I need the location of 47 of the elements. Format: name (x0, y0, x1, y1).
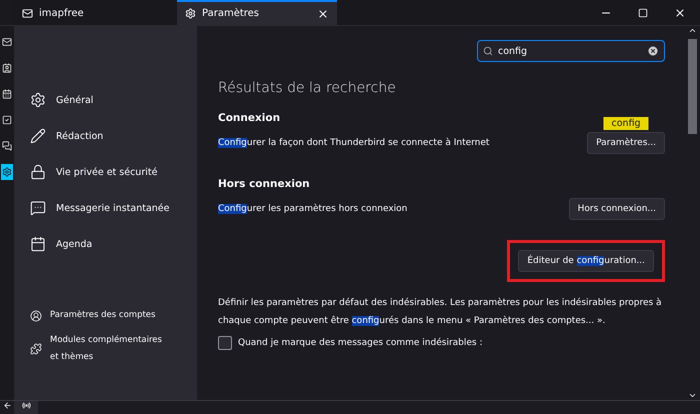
search-field[interactable]: config (477, 40, 665, 62)
junk-description: Définir les paramètres par défaut des indésirables. Les paramètres pour les indésirables propres à chaque compte peuvent être configurés dans le menu « Paramètres des comptes... ». (218, 296, 663, 328)
tab[interactable]: imapfree (14, 0, 177, 25)
sidebar-item-label: Agenda (56, 238, 92, 250)
sidebar-item[interactable]: Agenda (30, 226, 197, 262)
sidebar-item-label: Général (56, 94, 94, 106)
puzzle-icon (30, 343, 42, 355)
arrow-left-icon[interactable] (2, 401, 12, 410)
pencil-icon (30, 128, 46, 144)
settings-button[interactable]: Hors connexion... (568, 198, 665, 220)
page-heading: Résultats de la recherche (218, 80, 397, 96)
sidebar-item[interactable]: Rédaction (30, 118, 197, 154)
gear-icon (185, 8, 196, 19)
lock-icon (30, 164, 46, 180)
sidebar-item-label: Rédaction (56, 130, 104, 142)
sidebar-item-label: Modules complémentaires et thèmes (50, 334, 163, 364)
config-editor-button[interactable]: Éditeur de configuration... (518, 250, 654, 272)
scrollbar-thumb[interactable] (688, 39, 697, 134)
sidebar-item-label: Paramètres des comptes (50, 309, 156, 322)
tooltip: config (604, 117, 649, 130)
sidebar-item[interactable]: Paramètres des comptes (30, 303, 197, 328)
maximize-icon[interactable] (638, 8, 648, 18)
section-title: Hors connexion (218, 178, 310, 190)
settings-button[interactable]: Paramètres... (587, 132, 665, 154)
scroll-up-icon[interactable] (688, 26, 697, 35)
section-title: Connexion (218, 112, 280, 124)
sidebar-item[interactable]: Messagerie instantanée (30, 190, 197, 226)
gear-icon (30, 92, 46, 108)
mail-icon (22, 8, 33, 19)
junk-checkbox[interactable]: Quand je marque des messages comme indésirables : (218, 336, 665, 350)
scroll-down-icon[interactable] (688, 391, 697, 400)
calendar-icon (30, 236, 46, 252)
sidebar-item-label: Vie privée et sécurité (56, 166, 158, 178)
sidebar-item[interactable]: Général (30, 82, 197, 118)
account-icon (30, 310, 42, 322)
setting-description: Configurer les paramètres hors connexion (218, 204, 408, 214)
tab[interactable]: Paramètres (177, 0, 337, 25)
sidebar-item[interactable]: Vie privée et sécurité (30, 154, 197, 190)
setting-description: Configurer la façon dont Thunderbird se connecte à Internet (218, 138, 490, 148)
close-icon[interactable] (317, 8, 329, 20)
signal-icon[interactable] (22, 401, 30, 410)
close-icon[interactable] (674, 6, 686, 18)
sidebar-item-label: Messagerie instantanée (56, 202, 170, 214)
gear-icon[interactable] (1, 164, 13, 180)
search-icon (483, 46, 493, 56)
sidebar-item[interactable]: Modules complémentaires et thèmes (30, 328, 197, 370)
chat-icon (30, 200, 46, 216)
